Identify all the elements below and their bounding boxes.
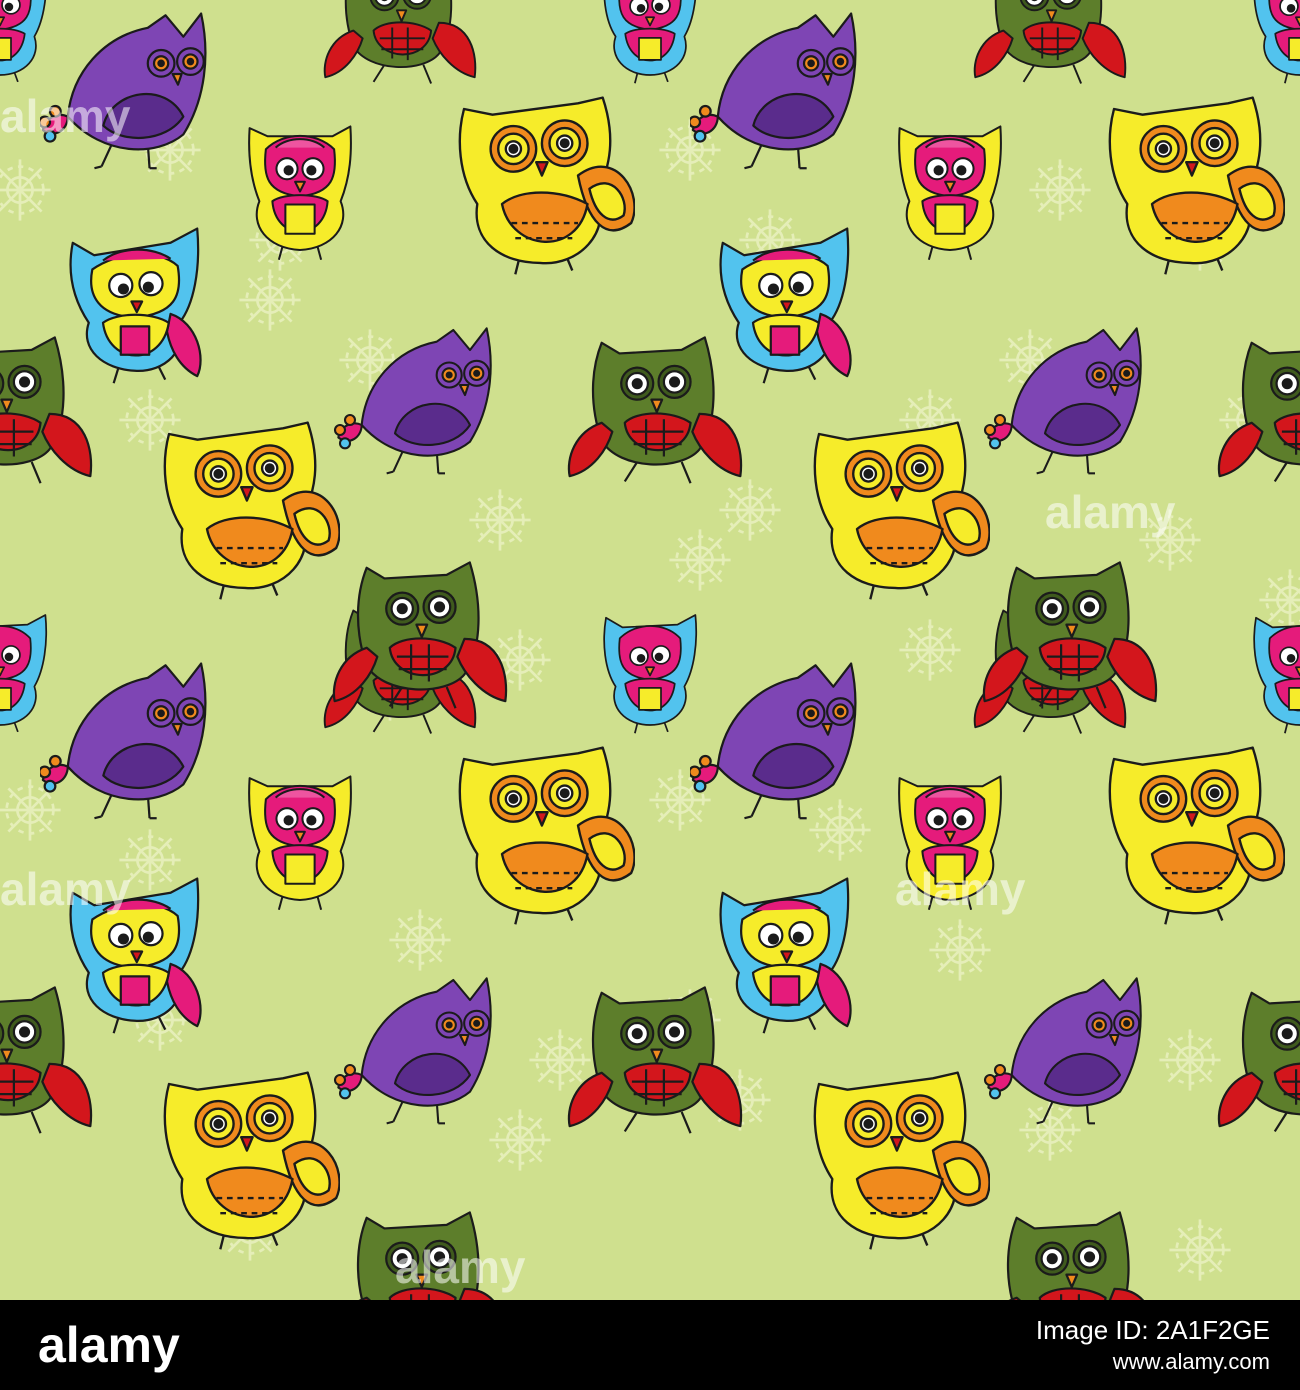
site-url: www.alamy.com [1112, 1349, 1270, 1374]
watermark-text: alamy [1045, 486, 1176, 538]
watermark-text: alamy [895, 863, 1026, 915]
snowflake-decoration [488, 1108, 552, 1172]
snowflake-decoration [1168, 1218, 1232, 1282]
snowflake-decoration [808, 798, 872, 862]
snowflake-decoration [1028, 158, 1092, 222]
image-id-label: Image ID: 2A1F2GE [1035, 1315, 1270, 1345]
watermark-text: alamy [0, 90, 131, 142]
snowflake-decoration [468, 488, 532, 552]
snowflake-decoration [388, 908, 452, 972]
watermark-text: alamy [395, 1241, 526, 1293]
snowflake-decoration [668, 528, 732, 592]
snowflake-decoration [898, 618, 962, 682]
snowflake-decoration [238, 268, 302, 332]
alamy-logo: alamy [38, 1318, 180, 1373]
watermark-text: alamy [0, 863, 131, 915]
snowflake-decoration [528, 1028, 592, 1092]
snowflake-decoration [1158, 1028, 1222, 1092]
alamy-logo-text: alamy [38, 1318, 180, 1373]
footer-bar: alamy Image ID: 2A1F2GE www.alamy.com [0, 1300, 1300, 1390]
owl-pattern-artwork: alamy alamy alamy alamy alamy [0, 0, 1300, 1300]
snowflake-decoration [928, 918, 992, 982]
owl-pattern-canvas: alamy alamy alamy alamy alamy [0, 0, 1300, 1300]
snowflake-decoration [718, 478, 782, 542]
